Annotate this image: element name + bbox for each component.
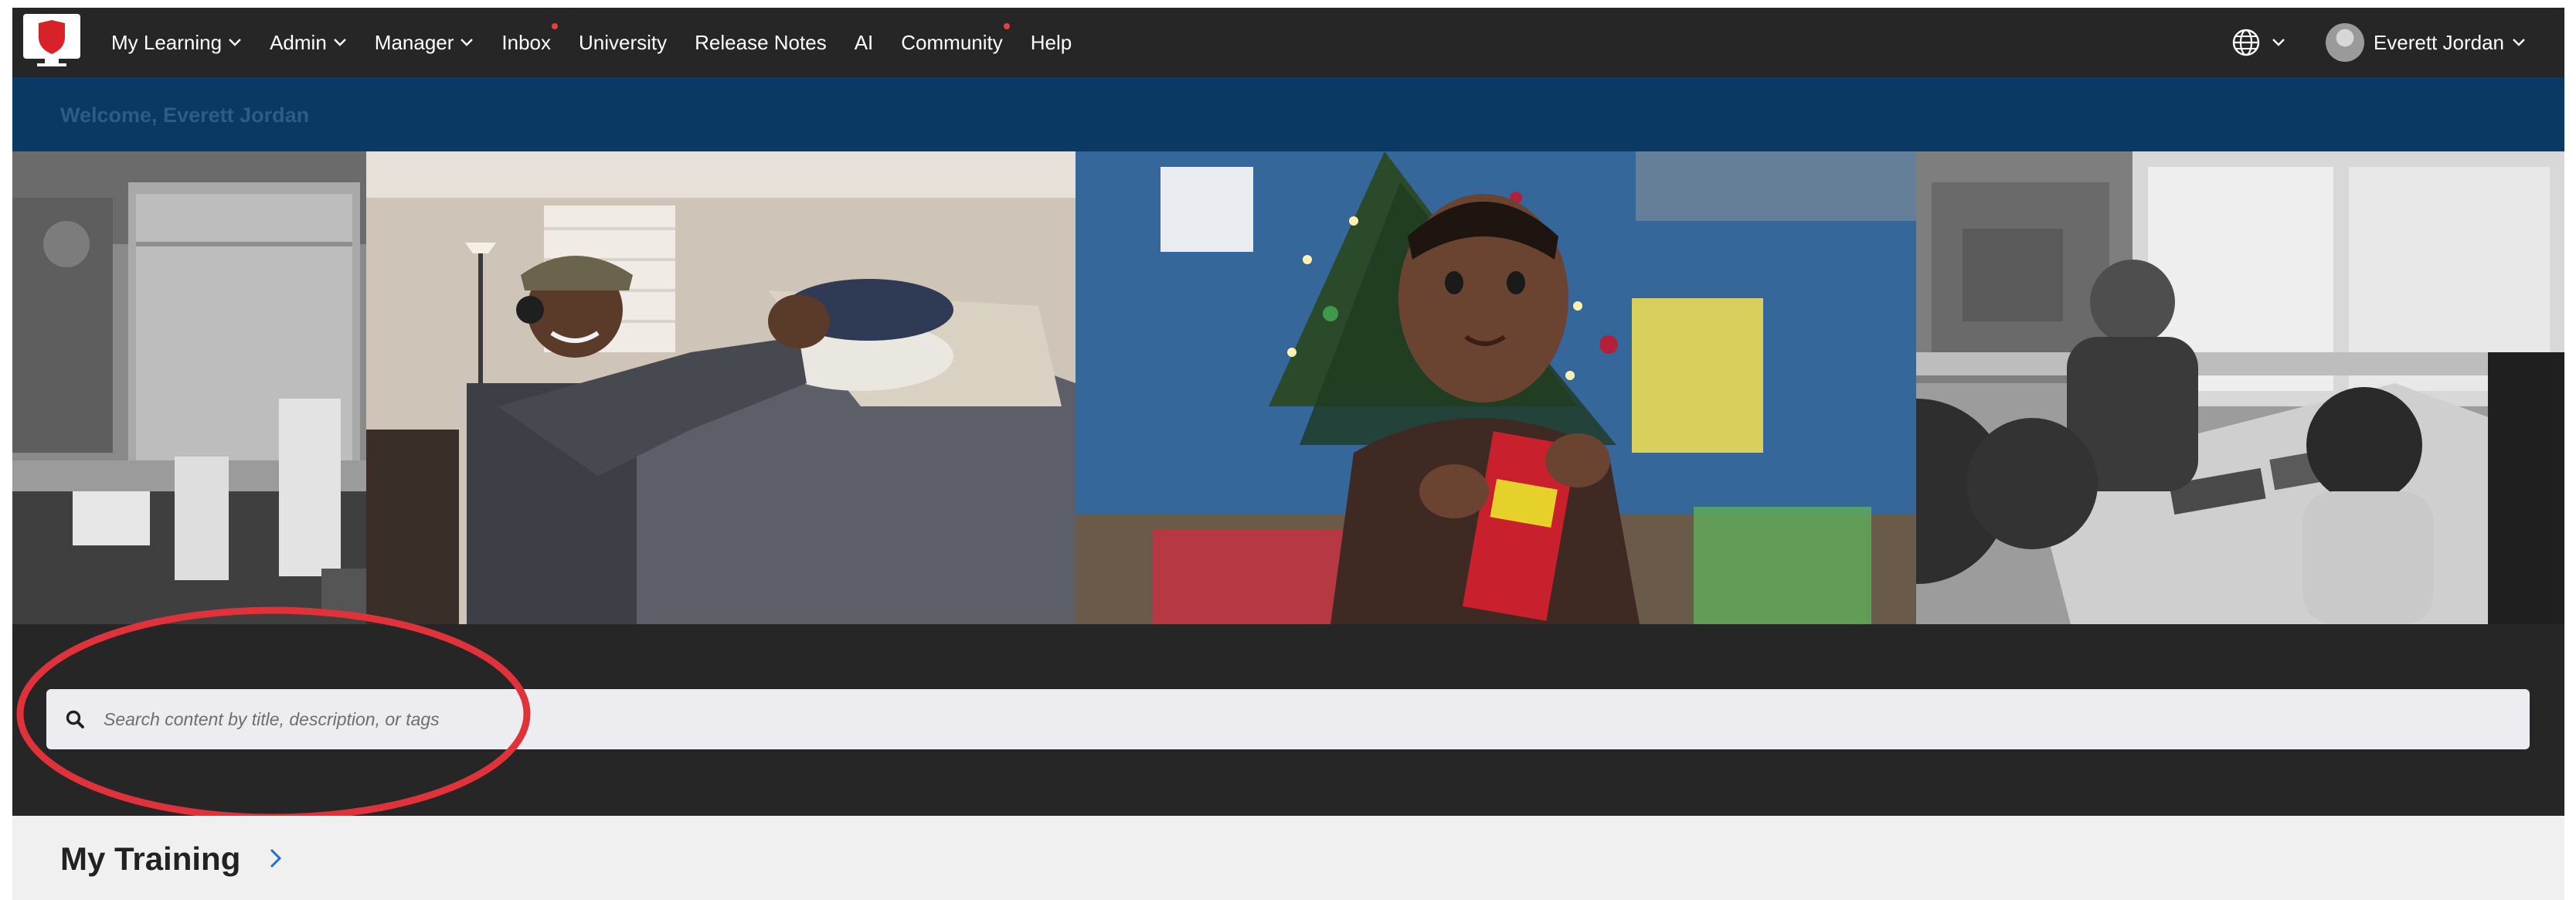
chevron-down-icon — [2272, 39, 2285, 46]
avatar — [2325, 23, 2364, 62]
nav-university[interactable]: University — [579, 31, 667, 55]
my-training-title: My Training — [60, 841, 241, 877]
nav-release-notes-label: Release Notes — [695, 30, 827, 54]
chevron-down-icon — [2513, 39, 2525, 46]
chevron-down-icon — [333, 39, 346, 46]
nav-right-controls: Everett Jordan — [2231, 8, 2526, 77]
logo-icon[interactable] — [22, 12, 82, 68]
nav-help-label: Help — [1030, 30, 1072, 54]
main-menu: My Learning Admin Manager Inbox Universi… — [111, 8, 1099, 77]
top-navigation-bar: My Learning Admin Manager Inbox Universi… — [12, 8, 2564, 77]
hero-image-strip — [12, 151, 2564, 624]
nav-ai-label: AI — [854, 30, 874, 54]
chevron-right-icon[interactable] — [267, 847, 284, 870]
language-selector[interactable] — [2231, 28, 2285, 57]
welcome-text: Welcome, Everett Jordan — [60, 104, 310, 127]
app-frame: My Learning Admin Manager Inbox Universi… — [12, 8, 2564, 900]
welcome-banner: Welcome, Everett Jordan — [12, 77, 2564, 151]
search-bar[interactable] — [46, 689, 2530, 749]
nav-community[interactable]: Community — [901, 22, 1010, 55]
user-name: Everett Jordan — [2373, 30, 2504, 54]
nav-community-label: Community — [901, 30, 1003, 54]
user-menu[interactable]: Everett Jordan — [2325, 23, 2526, 62]
nav-ai[interactable]: AI — [855, 31, 874, 55]
chevron-down-icon — [460, 39, 474, 46]
hero-image-service-counter — [12, 151, 366, 624]
search-section — [12, 624, 2564, 816]
my-training-section: My Training — [12, 816, 2564, 900]
hero-image-classroom-children — [1916, 151, 2564, 624]
nav-admin[interactable]: Admin — [270, 31, 347, 55]
search-icon — [66, 710, 84, 728]
chevron-down-icon — [229, 39, 241, 46]
notification-dot — [552, 22, 559, 29]
notification-dot — [1003, 22, 1010, 29]
nav-inbox-label: Inbox — [501, 30, 552, 54]
globe-icon — [2232, 29, 2260, 56]
nav-help[interactable]: Help — [1031, 31, 1072, 55]
hero-image-man-folding-clothes — [366, 151, 1076, 624]
nav-release-notes[interactable]: Release Notes — [695, 31, 827, 55]
nav-university-label: University — [579, 30, 668, 54]
nav-my-learning-label: My Learning — [111, 30, 223, 54]
nav-my-learning[interactable]: My Learning — [111, 31, 242, 55]
nav-manager[interactable]: Manager — [375, 31, 474, 55]
nav-admin-label: Admin — [270, 30, 327, 54]
nav-inbox[interactable]: Inbox — [501, 22, 559, 55]
nav-manager-label: Manager — [374, 30, 454, 54]
hero-image-child-with-gift — [1076, 151, 1916, 624]
search-input[interactable] — [102, 708, 2423, 731]
